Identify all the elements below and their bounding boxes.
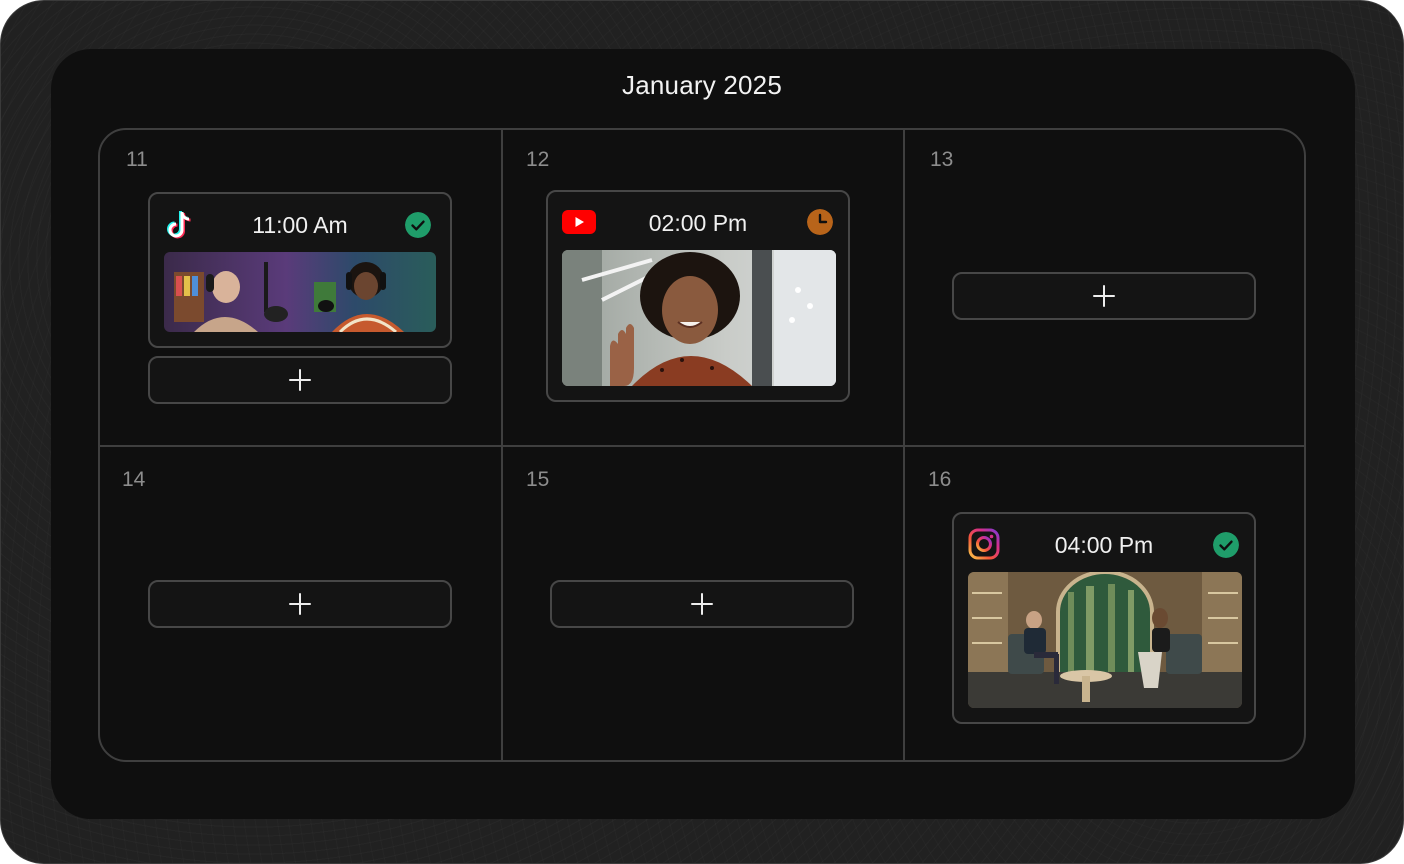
calendar-title: January 2025 [622, 70, 782, 100]
add-post-button[interactable] [148, 356, 452, 404]
post-thumbnail [968, 572, 1242, 708]
plus-icon [1093, 285, 1115, 307]
post-card[interactable]: 04:00 Pm [952, 512, 1256, 724]
post-thumbnail [164, 252, 436, 332]
day-number: 13 [930, 148, 954, 171]
plus-icon [289, 593, 311, 615]
day-number: 14 [122, 468, 146, 491]
add-post-button[interactable] [952, 272, 1256, 320]
day-number: 11 [126, 148, 148, 171]
clock-icon [807, 209, 833, 235]
check-circle-icon [405, 212, 431, 238]
add-post-button[interactable] [550, 580, 854, 628]
day-number: 16 [928, 468, 952, 491]
plus-icon [289, 369, 311, 391]
post-thumbnail [562, 250, 836, 386]
check-circle-icon [1213, 532, 1239, 558]
add-post-button[interactable] [148, 580, 452, 628]
plus-icon [691, 593, 713, 615]
post-time: 02:00 Pm [648, 210, 748, 236]
day-number: 15 [526, 468, 550, 491]
post-card[interactable]: 02:00 Pm [546, 190, 850, 402]
post-card[interactable]: 11:00 Am [148, 192, 452, 348]
day-number: 12 [526, 148, 550, 171]
post-time: 04:00 Pm [1054, 532, 1154, 558]
grid-divider [100, 445, 1304, 447]
